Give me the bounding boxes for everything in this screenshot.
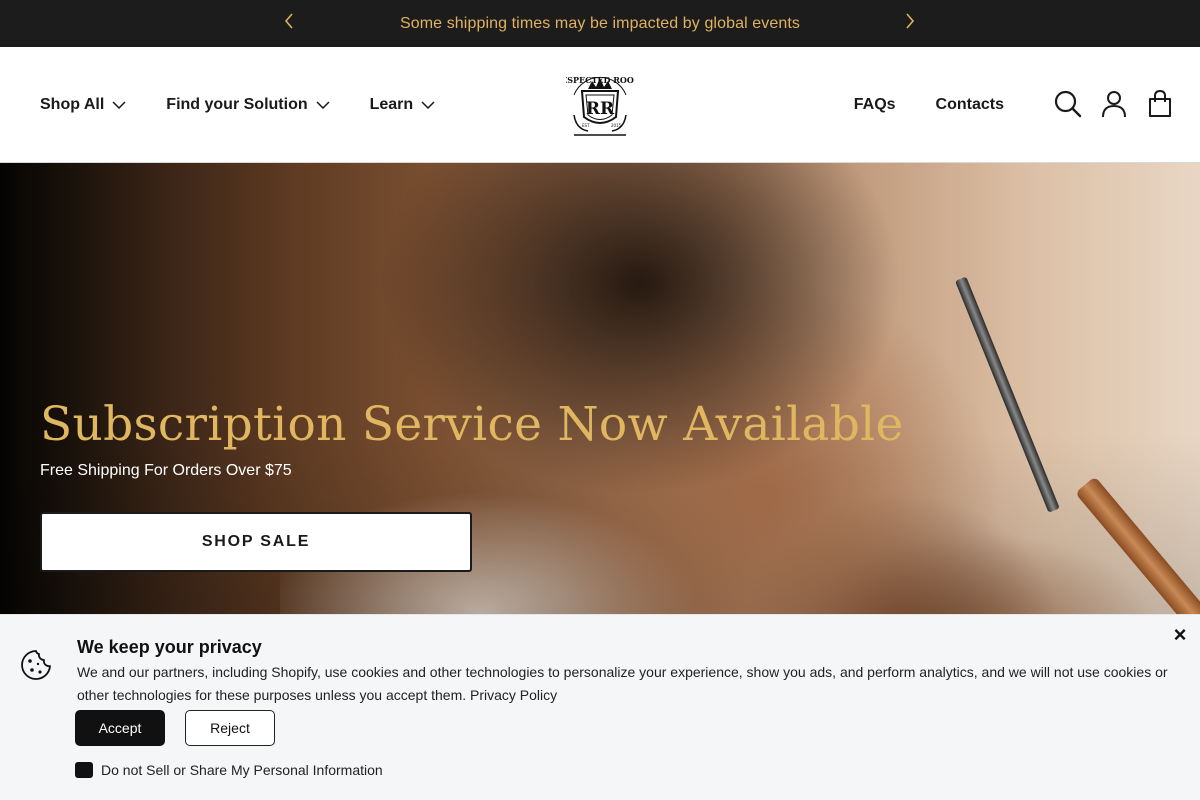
cookie-body-text: We and our partners, including Shopify, … bbox=[77, 664, 1168, 703]
cart-icon[interactable] bbox=[1146, 89, 1174, 119]
nav-shop-all[interactable]: Shop All bbox=[40, 96, 126, 114]
hero-subtitle: Free Shipping For Orders Over $75 bbox=[40, 462, 292, 479]
announcement-bar: Some shipping times may be impacted by g… bbox=[0, 0, 1200, 47]
announcement-text: Some shipping times may be impacted by g… bbox=[399, 14, 801, 32]
nav-learn[interactable]: Learn bbox=[370, 96, 436, 114]
chevron-down-icon bbox=[316, 101, 330, 109]
hero-title: Subscription Service Now Available bbox=[40, 397, 904, 452]
do-not-sell-checkbox[interactable] bbox=[75, 762, 93, 778]
chevron-right-icon bbox=[905, 12, 915, 34]
svg-text:EST: EST bbox=[582, 123, 590, 128]
cookie-banner: We keep your privacy We and our partners… bbox=[0, 614, 1200, 800]
close-icon[interactable]: × bbox=[1168, 622, 1192, 647]
svg-text:RR: RR bbox=[586, 99, 615, 119]
announcement-prev-arrow[interactable] bbox=[278, 12, 300, 34]
svg-text:2015: 2015 bbox=[611, 123, 622, 128]
hero-banner: Subscription Service Now Available Free … bbox=[0, 163, 1200, 614]
announcement-next-arrow[interactable] bbox=[899, 12, 921, 34]
reject-button[interactable]: Reject bbox=[185, 710, 275, 746]
nav-label: Learn bbox=[369, 96, 414, 113]
search-icon[interactable] bbox=[1054, 89, 1082, 119]
cookie-title: We keep your privacy bbox=[77, 637, 262, 657]
chevron-left-icon bbox=[284, 12, 294, 34]
secondary-nav: FAQs Contacts bbox=[814, 47, 1004, 163]
nav-contacts[interactable]: Contacts bbox=[936, 96, 1004, 114]
chevron-down-icon bbox=[112, 101, 126, 109]
privacy-policy-link[interactable]: Privacy Policy bbox=[470, 687, 557, 703]
accept-button[interactable]: Accept bbox=[75, 710, 165, 746]
account-icon[interactable] bbox=[1100, 89, 1128, 119]
nav-find-your-solution[interactable]: Find your Solution bbox=[166, 96, 330, 114]
shop-sale-button[interactable]: SHOP SALE bbox=[40, 512, 472, 572]
cookie-body: We and our partners, including Shopify, … bbox=[77, 661, 1187, 707]
site-header: Shop All Find your Solution Learn RESPEC… bbox=[0, 47, 1200, 163]
do-not-sell-label: Do not Sell or Share My Personal Informa… bbox=[101, 762, 383, 778]
nav-label: Shop All bbox=[40, 96, 105, 113]
nav-faqs[interactable]: FAQs bbox=[854, 96, 896, 114]
nav-label: Find your Solution bbox=[166, 96, 308, 113]
do-not-sell-option[interactable]: Do not Sell or Share My Personal Informa… bbox=[75, 762, 383, 778]
header-icons bbox=[1054, 89, 1174, 119]
cookie-icon bbox=[20, 649, 52, 681]
site-logo[interactable]: RESPECTED ROOTS RR EST 2015 bbox=[554, 69, 646, 139]
main-nav: Shop All Find your Solution Learn bbox=[40, 47, 475, 163]
chevron-down-icon bbox=[421, 101, 435, 109]
